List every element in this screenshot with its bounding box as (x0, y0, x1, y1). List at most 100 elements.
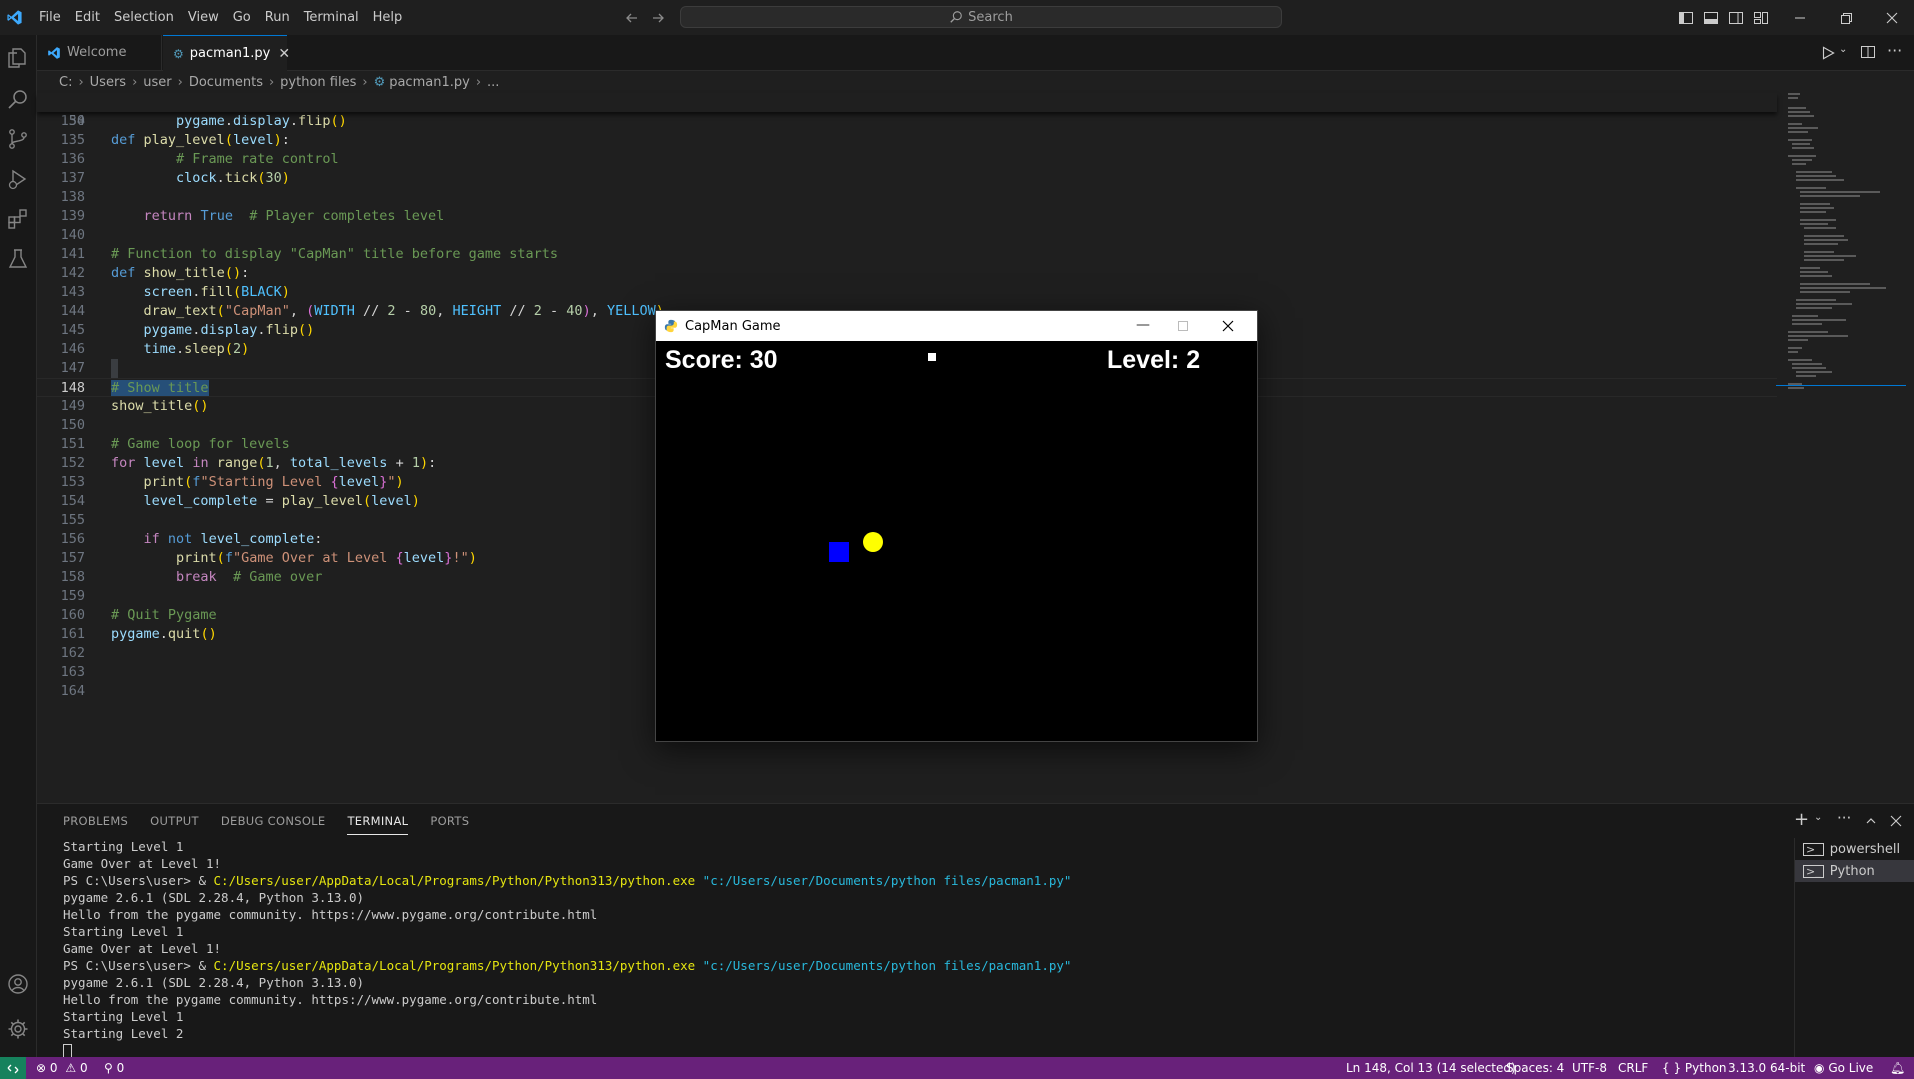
terminal-dropdown-chevron-icon[interactable]: ⌄ (1814, 812, 1822, 823)
run-python-file-icon[interactable] (1819, 44, 1837, 62)
code-line-row: 137 clock.tick(30) (37, 169, 1777, 188)
code-line-row: 142 def show_title(): (37, 264, 1777, 283)
line-number: 160 (60, 607, 85, 623)
new-terminal-plus-icon[interactable]: + (1794, 809, 1809, 830)
pygame-maximize-icon[interactable] (1177, 320, 1189, 332)
tab-pacman1[interactable]: ⚙ pacman1.py ✕ (163, 35, 290, 71)
close-panel-icon[interactable] (1889, 814, 1903, 828)
code-line: time.sleep(2) (143, 341, 250, 357)
code-line: # Game loop for levels (111, 436, 290, 452)
breadcrumb-item[interactable]: pacman1.py (389, 75, 470, 90)
source-control-icon[interactable] (6, 127, 30, 151)
tab-output[interactable]: OUTPUT (150, 808, 199, 834)
breadcrumb-item[interactable]: ... (487, 75, 499, 90)
menu-selection[interactable]: Selection (107, 10, 181, 25)
tab-debug-console[interactable]: DEBUG CONSOLE (221, 808, 326, 834)
remote-icon (7, 1064, 19, 1073)
close-tab-icon[interactable]: ✕ (278, 46, 290, 62)
toggle-secondary-sidebar-icon[interactable] (1728, 10, 1744, 26)
level-display: Level: 2 (1107, 346, 1201, 374)
manage-gear-icon[interactable] (6, 1017, 30, 1041)
menu-file[interactable]: File (32, 10, 68, 25)
split-editor-icon[interactable] (1860, 44, 1876, 60)
code-line-row: 143 screen.fill(BLACK) (37, 283, 1777, 302)
code-line: if not level_complete: (143, 531, 323, 547)
menu-view[interactable]: View (181, 10, 226, 25)
code-line: def play_level(level): (111, 132, 290, 148)
run-dropdown-chevron-icon[interactable]: ⌄ (1839, 44, 1847, 55)
close-window-icon[interactable] (1884, 10, 1900, 26)
python-interpreter[interactable]: 3.13.0 64-bit (1728, 1057, 1805, 1079)
cursor-position[interactable]: Ln 148, Col 13 (14 selected) (1346, 1057, 1516, 1079)
command-center-search[interactable]: Search (680, 6, 1282, 28)
tab-welcome[interactable]: Welcome (37, 35, 162, 70)
code-line: for level in range(1, total_levels + 1): (111, 455, 437, 471)
tab-problems[interactable]: PROBLEMS (63, 808, 128, 834)
menu-edit[interactable]: Edit (68, 10, 107, 25)
run-debug-icon[interactable] (6, 167, 30, 191)
tab-terminal[interactable]: TERMINAL (347, 808, 409, 835)
search-view-icon[interactable] (6, 87, 30, 111)
extensions-icon[interactable] (6, 207, 30, 231)
customize-layout-icon[interactable] (1753, 10, 1769, 26)
tab-ports[interactable]: PORTS (430, 808, 469, 834)
code-line: print(f"Game Over at Level {level}!") (176, 550, 477, 566)
activity-bar (0, 35, 37, 1057)
problems-status[interactable]: ⊗ 0 ⚠ 0 (36, 1057, 88, 1079)
sticky-scroll-line[interactable]: 50 def play_level(level): (37, 93, 1777, 148)
menu-go[interactable]: Go (226, 10, 258, 25)
forward-arrow-icon[interactable] (650, 10, 666, 26)
language-label: Python (1684, 1061, 1727, 1075)
go-live-button[interactable]: ◉ Go Live (1814, 1057, 1873, 1079)
testing-icon[interactable] (6, 247, 30, 271)
code-line: level_complete = play_level(level) (143, 493, 420, 509)
terminal-prompt: PS C:\Users\user> & (63, 958, 214, 973)
search-icon (950, 11, 962, 23)
terminal-line: Starting Level 1 (63, 924, 184, 939)
pygame-window[interactable]: CapMan Game — Score: 30 Level: 2 (655, 310, 1258, 742)
breadcrumb-item[interactable]: Documents (189, 75, 263, 90)
breadcrumb-item[interactable]: user (143, 75, 171, 90)
maximize-panel-icon[interactable] (1864, 814, 1878, 828)
tab-label: Welcome (67, 45, 127, 60)
pygame-close-icon[interactable] (1221, 319, 1235, 333)
menu-terminal[interactable]: Terminal (297, 10, 366, 25)
breadcrumb-item[interactable]: C: (59, 75, 72, 90)
terminal-line: Hello from the pygame community. https:/… (63, 907, 598, 922)
restore-icon[interactable] (1838, 10, 1854, 26)
breadcrumb-item[interactable]: Users (90, 75, 126, 90)
go-live-label: Go Live (1828, 1061, 1874, 1075)
notifications-bell-icon[interactable]: 🔔︎ (1890, 1057, 1905, 1079)
terminal-instance-powershell[interactable]: >_ powershell (1795, 838, 1914, 860)
language-mode[interactable]: { } Python (1662, 1057, 1727, 1079)
remote-indicator[interactable] (0, 1057, 26, 1079)
panel-more-icon[interactable]: ··· (1837, 809, 1851, 827)
terminal-instance-python[interactable]: >_ Python (1795, 860, 1914, 882)
more-actions-icon[interactable]: ··· (1887, 41, 1902, 60)
pygame-minimize-icon[interactable]: — (1136, 317, 1150, 333)
line-endings[interactable]: CRLF (1618, 1057, 1648, 1079)
accounts-icon[interactable] (6, 972, 30, 996)
terminal-line: Game Over at Level 1! (63, 941, 222, 956)
menu-run[interactable]: Run (258, 10, 297, 25)
terminal-output[interactable]: Starting Level 1 Game Over at Level 1! P… (63, 838, 1803, 1060)
minimize-icon[interactable] (1792, 10, 1808, 26)
toggle-panel-icon[interactable] (1703, 10, 1719, 26)
terminal-exe-path: C:/Users/user/AppData/Local/Programs/Pyt… (213, 958, 696, 973)
toggle-primary-sidebar-icon[interactable] (1678, 10, 1694, 26)
line-number: 147 (60, 360, 85, 376)
code-line-row: 136 # Frame rate control (37, 150, 1777, 169)
line-number: 157 (60, 550, 85, 566)
pygame-window-titlebar[interactable]: CapMan Game — (656, 311, 1257, 341)
ports-status[interactable]: ⚲ 0 (104, 1057, 124, 1079)
indentation[interactable]: Spaces: 4 (1506, 1057, 1564, 1079)
line-number: 163 (60, 664, 85, 680)
back-arrow-icon[interactable] (624, 10, 640, 26)
menu-help[interactable]: Help (366, 10, 410, 25)
encoding[interactable]: UTF-8 (1572, 1057, 1607, 1079)
pellet (928, 353, 936, 361)
game-canvas[interactable]: Score: 30 Level: 2 (656, 341, 1257, 741)
minimap[interactable] (1776, 93, 1906, 413)
breadcrumb-item[interactable]: python files (280, 75, 356, 90)
explorer-icon[interactable] (6, 46, 30, 70)
